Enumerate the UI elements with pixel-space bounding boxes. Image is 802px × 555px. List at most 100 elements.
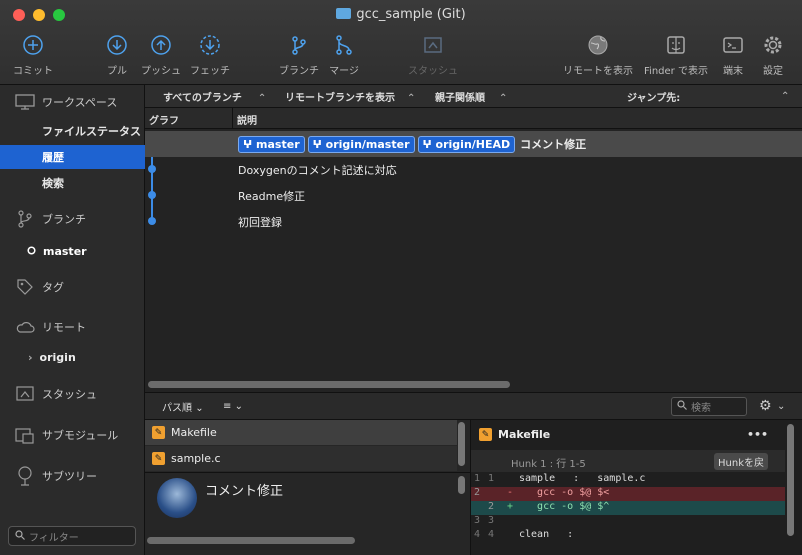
commit-subject: コメント修正 xyxy=(205,484,284,499)
commit-row[interactable]: Readme修正 xyxy=(145,183,802,209)
terminal-icon xyxy=(722,34,744,56)
column-description[interactable]: 説明 xyxy=(237,112,257,127)
stash-icon xyxy=(14,386,36,402)
diff-view: ✎ Makefile ••• Hunk 1 : 行 1-5 Hunkを戻 1 1 sa… xyxy=(471,420,802,555)
sidebar-section-stash[interactable]: スタッシュ xyxy=(0,382,144,406)
finder-icon xyxy=(665,34,687,56)
chevron-right-icon: › xyxy=(28,350,33,364)
stash-icon xyxy=(422,34,444,56)
show-remote-button[interactable]: リモートを表示 xyxy=(562,34,634,77)
stash-button[interactable]: スタッシュ xyxy=(405,34,461,77)
merge-icon xyxy=(333,34,355,56)
sidebar-section-subtree[interactable]: サブツリー xyxy=(0,464,144,488)
revert-hunk-button[interactable]: Hunkを戻 xyxy=(714,453,768,470)
search-input[interactable]: 検索 xyxy=(671,397,747,416)
sidebar-section-remotes[interactable]: リモート xyxy=(0,315,144,339)
show-remote-select[interactable]: リモートブランチを表示 ⌃ xyxy=(285,89,415,104)
updown-icon: ⌃ xyxy=(499,92,508,104)
fetch-button[interactable]: フェッチ xyxy=(182,34,238,77)
column-graph[interactable]: グラフ xyxy=(149,112,179,127)
globe-icon xyxy=(587,34,609,56)
column-divider[interactable] xyxy=(232,108,233,128)
avatar xyxy=(157,478,197,518)
commit-message: Readme修正 xyxy=(238,190,306,203)
search-icon xyxy=(15,529,25,543)
commit-list: ⵖ master ⵖ origin/master ⵖ origin/HEAD コ… xyxy=(145,129,802,379)
commit-row[interactable]: Doxygenのコメント記述に対応 xyxy=(145,157,802,183)
sidebar-section-workspace[interactable]: ワークスペース xyxy=(0,89,144,115)
branch-icon xyxy=(288,34,310,56)
folder-icon xyxy=(336,8,352,19)
branch-icon xyxy=(14,210,36,228)
diff-scrollbar[interactable] xyxy=(787,424,794,536)
divider xyxy=(145,472,470,473)
horizontal-scrollbar[interactable] xyxy=(148,381,510,388)
file-list-scrollbar[interactable] xyxy=(458,422,465,466)
gear-icon xyxy=(762,34,784,56)
file-list: ✎ Makefile ✎ sample.c コメント修正 xyxy=(145,420,471,555)
sidebar-section-tags[interactable]: タグ xyxy=(0,275,144,299)
history-filterbar: すべてのブランチ ⌃ リモートブランチを表示 ⌃ 親子関係順 ⌃ ジャンプ先: ⌃ xyxy=(145,85,802,108)
view-mode-select[interactable]: ≡ ⌄ xyxy=(223,401,243,412)
diff-line-added: 2 + gcc -o $@ $^ xyxy=(471,501,785,515)
sidebar-item-master[interactable]: master xyxy=(0,239,144,263)
updown-icon[interactable]: ⌃ xyxy=(781,91,789,102)
fetch-icon xyxy=(199,34,221,56)
cloud-icon xyxy=(14,320,36,334)
commit-row[interactable]: ⵖ master ⵖ origin/master ⵖ origin/HEAD コ… xyxy=(145,131,802,157)
sort-select[interactable]: パス順 ⌄ xyxy=(162,399,204,414)
history-panel: すべてのブランチ ⌃ リモートブランチを表示 ⌃ 親子関係順 ⌃ ジャンプ先: ⌃ グ… xyxy=(145,85,802,555)
monitor-icon xyxy=(14,94,36,110)
ref-tag-master[interactable]: ⵖ master xyxy=(238,135,305,153)
file-row[interactable]: ✎ Makefile xyxy=(145,420,457,445)
list-icon: ≡ xyxy=(223,400,232,412)
chevron-down-icon: ⌄ xyxy=(195,402,204,414)
ref-tag-origin-master[interactable]: ⵖ origin/master xyxy=(307,135,415,153)
push-button[interactable]: プッシュ xyxy=(133,34,189,77)
commit-button[interactable]: コミット xyxy=(5,34,61,77)
show-in-finder-button[interactable]: Finder で表示 xyxy=(640,34,712,77)
diff-line: 1 1 sample : sample.c xyxy=(474,473,646,484)
sidebar-item-origin[interactable]: › origin xyxy=(0,345,144,369)
diff-line: 33 xyxy=(474,515,495,526)
order-select[interactable]: 親子関係順 ⌃ xyxy=(435,89,507,104)
updown-icon: ⌃ xyxy=(257,92,267,104)
jump-to-select[interactable]: ジャンプ先: xyxy=(627,89,680,104)
filter-input[interactable]: フィルター xyxy=(8,526,136,546)
commit-message: コメント修正 xyxy=(520,138,587,151)
modified-file-icon: ✎ xyxy=(152,426,165,439)
current-branch-icon xyxy=(27,245,36,258)
arrow-down-circle-icon xyxy=(106,34,128,56)
branch-icon: ⵖ xyxy=(312,137,326,151)
subtree-icon xyxy=(14,466,36,486)
chevron-down-icon[interactable]: ⌄ xyxy=(777,401,785,412)
commit-message: 初回登録 xyxy=(238,216,282,229)
details-scrollbar[interactable] xyxy=(458,476,465,494)
merge-button[interactable]: マージ xyxy=(316,34,372,77)
sidebar-section-branches[interactable]: ブランチ xyxy=(0,207,144,231)
file-row[interactable]: ✎ sample.c xyxy=(145,446,457,471)
commit-details: パス順 ⌄ ≡ ⌄ 検索 ⚙ ⌄ ✎ Makefile ✎ sample.c コ… xyxy=(145,392,802,555)
arrow-up-circle-icon xyxy=(150,34,172,56)
branch-icon: ⵖ xyxy=(422,137,436,151)
diff-line-deleted: 2- gcc -o $@ $< xyxy=(471,487,785,501)
hunk-header: Hunk 1 : 行 1-5 Hunkを戻 xyxy=(471,450,785,472)
gear-icon[interactable]: ⚙ xyxy=(759,398,772,414)
modified-file-icon: ✎ xyxy=(479,428,492,441)
commit-row[interactable]: 初回登録 xyxy=(145,209,802,235)
ref-tag-origin-head[interactable]: ⵖ origin/HEAD xyxy=(417,135,516,153)
diff-file-header: ✎ Makefile xyxy=(479,428,550,441)
sidebar-section-submodule[interactable]: サブモジュール xyxy=(0,423,144,447)
app-window: gcc_sample (Git) コミット プル プッシュ フェッチ ブランチ … xyxy=(0,0,802,555)
all-branches-select[interactable]: すべてのブランチ ⌃ xyxy=(163,89,266,104)
updown-icon: ⌃ xyxy=(407,92,416,104)
horizontal-scrollbar[interactable] xyxy=(147,537,355,544)
diff-lines: 1 1 sample : sample.c 2- gcc -o $@ $< 2 + g… xyxy=(471,473,785,543)
settings-button[interactable]: 設定 xyxy=(745,34,801,77)
window-title: gcc_sample (Git) xyxy=(0,7,802,22)
chevron-down-icon: ⌄ xyxy=(234,400,243,412)
more-icon[interactable]: ••• xyxy=(747,428,768,441)
commit-message: Doxygenのコメント記述に対応 xyxy=(238,164,397,177)
sidebar: ワークスペース ファイルステータス 履歴 検索 ブランチ master タグ リ… xyxy=(0,85,186,555)
modified-file-icon: ✎ xyxy=(152,452,165,465)
